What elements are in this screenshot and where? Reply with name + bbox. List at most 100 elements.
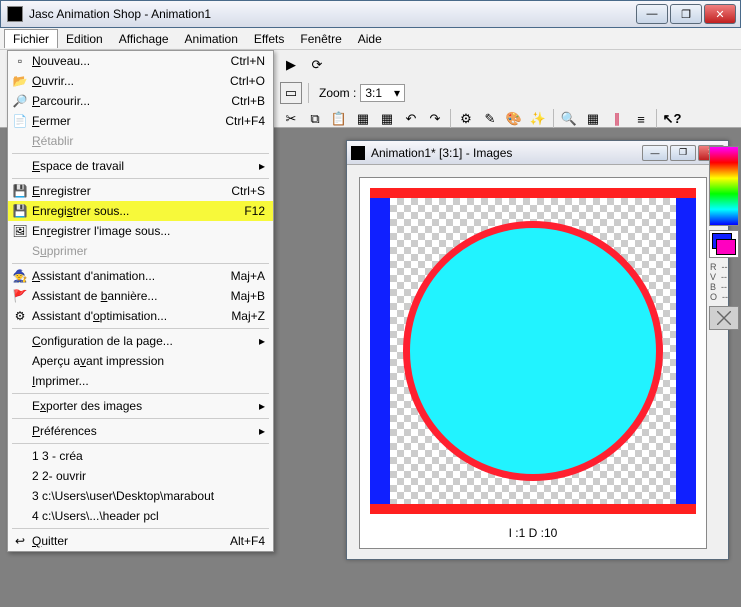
- menu-aide[interactable]: Aide: [350, 30, 390, 48]
- menu-separator: [12, 153, 269, 154]
- menu-item-label: Enregistrer sous...: [32, 204, 244, 218]
- menu-item-imprimer[interactable]: Imprimer...: [8, 371, 273, 391]
- new-icon: ▫: [8, 54, 32, 68]
- menu-item-label: Supprimer: [32, 244, 265, 258]
- menu-item-label: Enregistrer: [32, 184, 231, 198]
- redo-icon[interactable]: ↷: [424, 108, 446, 130]
- menu-item-label: Nouveau...: [32, 54, 231, 68]
- paste-icon[interactable]: 📋: [328, 108, 350, 130]
- menu-item-assistant-de-banni-re[interactable]: 🚩Assistant de bannière...Maj+B: [8, 286, 273, 306]
- chevron-down-icon: ▾: [394, 86, 400, 100]
- menu-item-label: Préférences: [32, 424, 259, 438]
- saveas-icon: 💾: [8, 204, 32, 218]
- menu-item-aper-u-avant-impression[interactable]: Aperçu avant impression: [8, 351, 273, 371]
- opt-icon: ⚙: [8, 309, 32, 323]
- title-bar: Jasc Animation Shop - Animation1 — ❐ ✕: [0, 0, 741, 28]
- layers-icon[interactable]: ≡: [630, 108, 652, 130]
- menu-item-label: 1 3 - créa: [32, 449, 265, 463]
- menu-item-parcourir[interactable]: 🔎Parcourir...Ctrl+B: [8, 91, 273, 111]
- animation-window[interactable]: Animation1* [3:1] - Images — ❐ ✕ I :1 D …: [346, 140, 729, 560]
- menu-item-fermer[interactable]: 📄FermerCtrl+F4: [8, 111, 273, 131]
- background-color[interactable]: [716, 239, 736, 255]
- menu-shortcut: Ctrl+F4: [225, 114, 265, 128]
- cut-icon[interactable]: ✂: [280, 108, 302, 130]
- menu-item-1-3-cr-a[interactable]: 1 3 - créa: [8, 446, 273, 466]
- menu-shortcut: Maj+A: [231, 269, 265, 283]
- banner-icon: 🚩: [8, 289, 32, 303]
- rect-tool-icon[interactable]: ▭: [280, 82, 302, 104]
- color-swatches[interactable]: [709, 230, 739, 258]
- zoom-icon[interactable]: 🔍: [558, 108, 580, 130]
- menu-item-assistant-d-optimisation[interactable]: ⚙Assistant d'optimisation...Maj+Z: [8, 306, 273, 326]
- menu-item-label: Rétablir: [32, 134, 265, 148]
- zoom-combo[interactable]: 3:1 ▾: [360, 84, 405, 102]
- menu-fichier[interactable]: Fichier: [4, 29, 58, 48]
- child-minimize-button[interactable]: —: [642, 145, 668, 161]
- menu-item-label: Assistant d'optimisation...: [32, 309, 231, 323]
- child-title: Animation1* [3:1] - Images: [371, 146, 642, 160]
- app-icon: [7, 6, 23, 22]
- menu-item-configuration-de-la-page[interactable]: Configuration de la page...▸: [8, 331, 273, 351]
- menu-item-4-c-users-header-pcl[interactable]: 4 c:\Users\...\header pcl: [8, 506, 273, 526]
- menu-item-pr-f-rences[interactable]: Préférences▸: [8, 421, 273, 441]
- menu-item-assistant-d-animation[interactable]: 🧙Assistant d'animation...Maj+A: [8, 266, 273, 286]
- child-app-icon: [351, 146, 365, 160]
- undo-icon[interactable]: ↶: [400, 108, 422, 130]
- menu-effets[interactable]: Effets: [246, 30, 292, 48]
- menu-item-label: Imprimer...: [32, 374, 265, 388]
- menu-separator: [12, 418, 269, 419]
- window-close-button[interactable]: ✕: [704, 4, 736, 24]
- menu-separator: [12, 393, 269, 394]
- menu-item-nouveau[interactable]: ▫Nouveau...Ctrl+N: [8, 51, 273, 71]
- menu-affichage[interactable]: Affichage: [111, 30, 177, 48]
- child-title-bar[interactable]: Animation1* [3:1] - Images — ❐ ✕: [347, 141, 728, 165]
- menu-fenetre[interactable]: Fenêtre: [292, 30, 349, 48]
- play-icon[interactable]: ▶: [280, 54, 302, 76]
- window-minimize-button[interactable]: —: [636, 4, 668, 24]
- palette-icon[interactable]: 🎨: [503, 108, 525, 130]
- menu-separator: [12, 178, 269, 179]
- child-maximize-button[interactable]: ❐: [670, 145, 696, 161]
- help-icon[interactable]: ↖?: [661, 108, 683, 130]
- bars-icon[interactable]: ∥: [606, 108, 628, 130]
- canvas-transparent-bg: [390, 198, 676, 504]
- menu-item-3-c-users-user-desktop-marabout[interactable]: 3 c:\Users\user\Desktop\marabout: [8, 486, 273, 506]
- menu-bar: Fichier Edition Affichage Animation Effe…: [0, 28, 741, 50]
- menu-item-enregistrer-l-image-sous[interactable]: 🖼Enregistrer l'image sous...: [8, 221, 273, 241]
- menu-shortcut: Maj+B: [231, 289, 265, 303]
- open-icon: 📂: [8, 74, 32, 88]
- link-icon[interactable]: ⚙: [455, 108, 477, 130]
- loop-icon[interactable]: ⟳: [306, 54, 328, 76]
- brush-icon[interactable]: ✎: [479, 108, 501, 130]
- frames-icon[interactable]: ▦: [352, 108, 374, 130]
- close-icon: 📄: [8, 114, 32, 128]
- menu-item-enregistrer-sous[interactable]: 💾Enregistrer sous...F12: [8, 201, 273, 221]
- menu-separator: [12, 443, 269, 444]
- rgb-readout: R -- V -- B -- O --: [710, 262, 738, 302]
- color-palette: R -- V -- B -- O --: [707, 140, 741, 330]
- menu-item-label: Exporter des images: [32, 399, 259, 413]
- menu-item-label: 3 c:\Users\user\Desktop\marabout: [32, 489, 265, 503]
- menu-item-ouvrir[interactable]: 📂Ouvrir...Ctrl+O: [8, 71, 273, 91]
- menu-shortcut: Maj+Z: [231, 309, 265, 323]
- zoom-value: 3:1: [365, 86, 382, 100]
- menu-item-label: Configuration de la page...: [32, 334, 259, 348]
- color-gradient[interactable]: [709, 146, 739, 226]
- menu-shortcut: Ctrl+N: [231, 54, 265, 68]
- copy-icon[interactable]: ⧉: [304, 108, 326, 130]
- menu-edition[interactable]: Edition: [58, 30, 111, 48]
- menu-shortcut: Ctrl+B: [231, 94, 265, 108]
- frames2-icon[interactable]: ▦: [376, 108, 398, 130]
- menu-item-label: Aperçu avant impression: [32, 354, 265, 368]
- fx-icon[interactable]: ✨: [527, 108, 549, 130]
- window-maximize-button[interactable]: ❐: [670, 4, 702, 24]
- frame-container: I :1 D :10: [359, 177, 707, 549]
- menu-animation[interactable]: Animation: [177, 30, 246, 48]
- no-color-icon[interactable]: [709, 306, 739, 330]
- grid-icon[interactable]: ▦: [582, 108, 604, 130]
- menu-item-2-2-ouvrir[interactable]: 2 2- ouvrir: [8, 466, 273, 486]
- menu-item-enregistrer[interactable]: 💾EnregistrerCtrl+S: [8, 181, 273, 201]
- menu-item-espace-de-travail[interactable]: Espace de travail▸: [8, 156, 273, 176]
- menu-item-exporter-des-images[interactable]: Exporter des images▸: [8, 396, 273, 416]
- menu-item-quitter[interactable]: ↩QuitterAlt+F4: [8, 531, 273, 551]
